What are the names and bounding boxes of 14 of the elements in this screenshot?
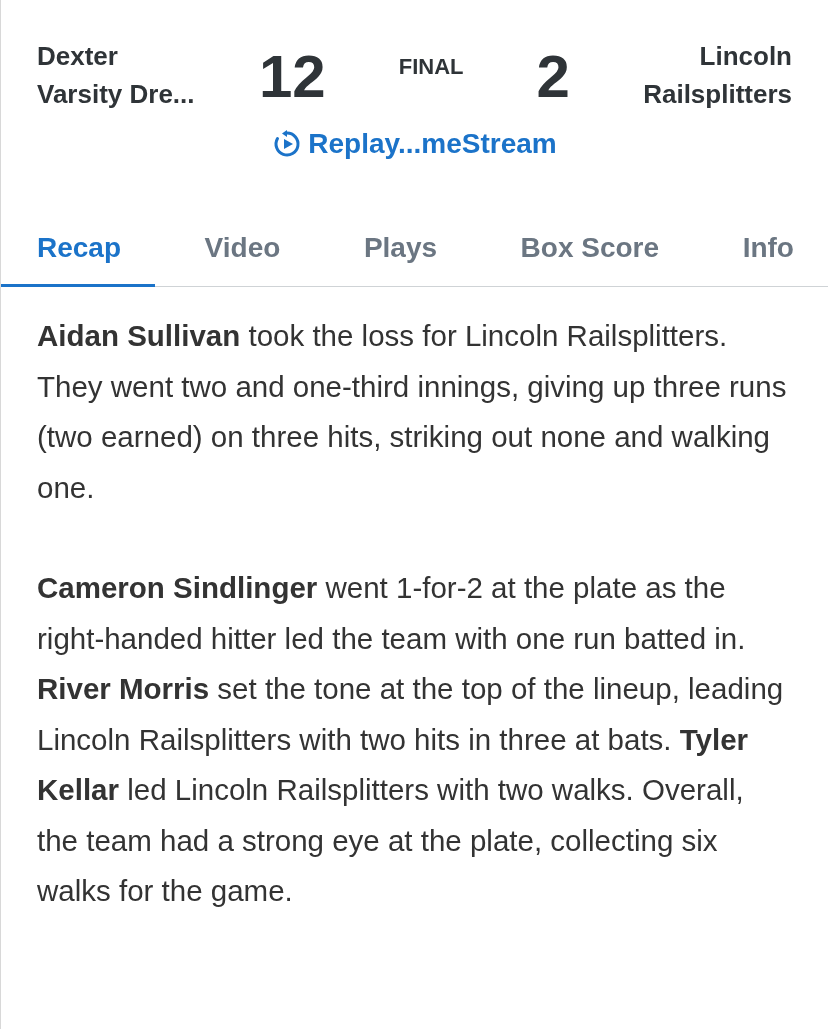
game-status: FINAL [398,54,464,81]
home-score: 12 [259,41,326,111]
home-team-name: Dexter Varsity Dre... [37,40,196,111]
recap-paragraph: Cameron Sindlinger went 1-for-2 at the plate as the right-handed hitter led the team with one run batted in. River Morris set the tone at the top of the lineup, leading Lincoln Railsplitters with two hits in three at bats. Tyler Kellar led Lincoln Railsplitters with two walks. Overall, the team had a strong eye at the plate, collecting six walks for the game. [37,570,785,909]
recap-paragraph: Aidan Sullivan took the loss for Lincoln Railsplitters. They went two and one-third innings, giving up three runs (two earned) on three hits, striking out none and walking one. [37,318,788,506]
tab[interactable]: Recap [1,224,156,287]
replay-icon [272,129,303,159]
tab[interactable]: Plays [363,224,438,287]
tab[interactable]: Video [204,224,281,287]
tab[interactable]: Box Score [520,224,660,287]
away-score: 2 [536,41,570,111]
replay-link[interactable]: Replay...meStream [272,128,557,160]
away-team-name: Lincoln Railsplitters [642,40,792,111]
tab[interactable]: Info [742,224,794,287]
